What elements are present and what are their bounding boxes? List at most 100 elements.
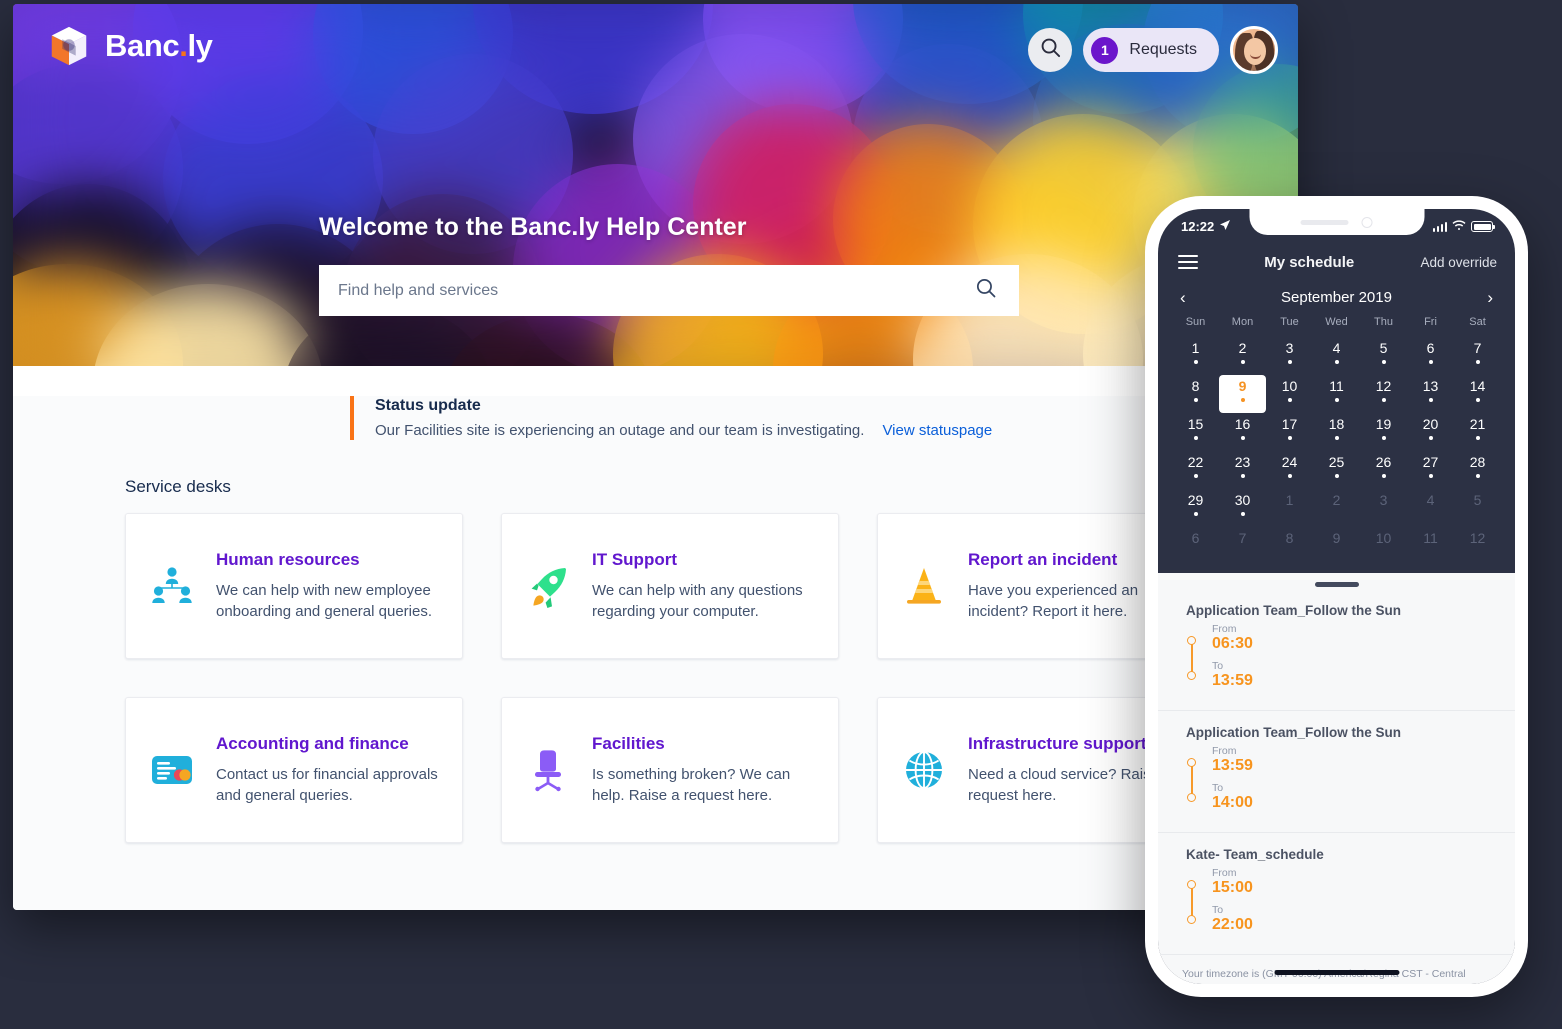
calendar-day-dot [1193,398,1198,402]
calendar-day[interactable]: 9 [1313,527,1360,565]
avatar[interactable] [1230,26,1278,74]
calendar-day-dot [1428,398,1433,402]
search-icon-button[interactable] [1028,28,1073,72]
calendar-day[interactable]: 7 [1454,337,1501,375]
search-input[interactable] [338,281,975,300]
calendar-day-number: 16 [1234,416,1251,432]
calendar-day-number: 9 [1238,378,1247,394]
calendar-day[interactable]: 22 [1172,451,1219,489]
calendar-day-dot [1193,436,1198,440]
calendar-day[interactable]: 4 [1313,337,1360,375]
calendar-day-dot [1287,436,1292,440]
calendar-day[interactable]: 6 [1172,527,1219,565]
calendar-day[interactable]: 28 [1454,451,1501,489]
calendar-week-row: 29 30 1 2 3 4 5 [1172,489,1501,527]
card-description: Contact us for financial approvals and g… [216,765,438,804]
calendar-day[interactable]: 11 [1407,527,1454,565]
calendar-day[interactable]: 2 [1313,489,1360,527]
calendar-day[interactable]: 13 [1407,375,1454,413]
calendar-day-dot [1475,360,1480,364]
calendar-day-number: 4 [1332,340,1341,356]
calendar-day[interactable]: 29 [1172,489,1219,527]
calendar-day-dot [1240,474,1245,478]
service-desk-card[interactable]: Human resources We can help with new emp… [125,513,463,659]
calendar-day-dot [1381,436,1386,440]
calendar-day[interactable]: 17 [1266,413,1313,451]
calendar-day[interactable]: 19 [1360,413,1407,451]
calendar-day[interactable]: 5 [1360,337,1407,375]
search-icon[interactable] [975,277,997,304]
schedule-event[interactable]: Application Team_Follow the Sun From 06:30… [1158,589,1515,711]
calendar-day[interactable]: 18 [1313,413,1360,451]
calendar-day-number: 3 [1379,492,1388,508]
calendar-day[interactable]: 30 [1219,489,1266,527]
event-times: From 15:00 To 22:00 [1186,867,1515,934]
calendar-day-number: 12 [1469,530,1486,546]
calendar-day-number: 21 [1469,416,1486,432]
event-to-label: To [1212,904,1224,916]
calendar-day-number: 1 [1285,492,1294,508]
calendar-day[interactable]: 11 [1313,375,1360,413]
dow-label: Sat [1469,316,1486,328]
service-desk-card[interactable]: Accounting and finance Contact us for fi… [125,697,463,843]
calendar-day[interactable]: 24 [1266,451,1313,489]
calendar-day-number: 25 [1328,454,1345,470]
event-from-time: 06:30 [1212,635,1253,652]
calendar-day-number: 19 [1375,416,1392,432]
calendar-day[interactable]: 15 [1172,413,1219,451]
globe-icon [900,746,948,794]
calendar-day[interactable]: 20 [1407,413,1454,451]
calendar-day[interactable]: 27 [1407,451,1454,489]
calendar-day-dot [1428,474,1433,478]
brand-logo[interactable]: Banc.ly [46,23,213,69]
calendar-day-number: 30 [1234,492,1251,508]
calendar-day[interactable]: 25 [1313,451,1360,489]
calendar-day[interactable]: 12 [1454,527,1501,565]
view-statuspage-link[interactable]: View statuspage [882,422,992,439]
next-month-button[interactable]: › [1487,289,1493,306]
card-title: Human resources [216,549,360,569]
calendar-day-number: 29 [1187,492,1204,508]
service-desk-card[interactable]: Facilities Is something broken? We can h… [501,697,839,843]
calendar-day[interactable]: 10 [1360,527,1407,565]
calendar-day[interactable]: 3 [1360,489,1407,527]
event-time-rail-icon [1187,636,1196,680]
calendar-day-number: 11 [1423,530,1438,546]
cube-logo-icon [46,23,92,69]
event-from-time: 15:00 [1212,879,1253,896]
calendar-day[interactable]: 6 [1407,337,1454,375]
calendar-day[interactable]: 9 [1219,375,1266,413]
service-desks-heading: Service desks [125,477,231,496]
calendar-day[interactable]: 7 [1219,527,1266,565]
calendar-day[interactable]: 5 [1454,489,1501,527]
schedule-sheet: Application Team_Follow the Sun From 06:30… [1158,573,1515,984]
home-indicator [1274,970,1399,975]
calendar-day[interactable]: 26 [1360,451,1407,489]
calendar-day[interactable]: 21 [1454,413,1501,451]
event-to-time: 14:00 [1212,794,1253,811]
calendar-day-dot [1381,360,1386,364]
calendar-day[interactable]: 10 [1266,375,1313,413]
add-override-button[interactable]: Add override [1420,255,1497,270]
schedule-event[interactable]: Kate- Team_schedule From 15:00 To 22:00 [1158,833,1515,955]
schedule-event[interactable]: Application Team_Follow the Sun From 13:59… [1158,711,1515,833]
calendar-day[interactable]: 16 [1219,413,1266,451]
requests-button[interactable]: 1 Requests [1083,28,1219,72]
calendar-day-number: 27 [1422,454,1439,470]
sheet-grabber[interactable] [1314,582,1359,587]
calendar-day[interactable]: 23 [1219,451,1266,489]
calendar-day-number: 26 [1375,454,1392,470]
hero-search-box[interactable] [319,265,1019,316]
calendar-day-number: 18 [1328,416,1345,432]
card-title: Accounting and finance [216,733,409,753]
calendar-day[interactable]: 4 [1407,489,1454,527]
card-description: We can help with new employee onboarding… [216,581,432,620]
event-title: Application Team_Follow the Sun [1186,725,1402,740]
calendar-day[interactable]: 1 [1266,489,1313,527]
event-from-time: 13:59 [1212,757,1253,774]
calendar-day[interactable]: 8 [1266,527,1313,565]
service-desk-card[interactable]: IT Support We can help with any question… [501,513,839,659]
calendar-day[interactable]: 12 [1360,375,1407,413]
calendar-day[interactable]: 8 [1172,375,1219,413]
calendar-day[interactable]: 14 [1454,375,1501,413]
